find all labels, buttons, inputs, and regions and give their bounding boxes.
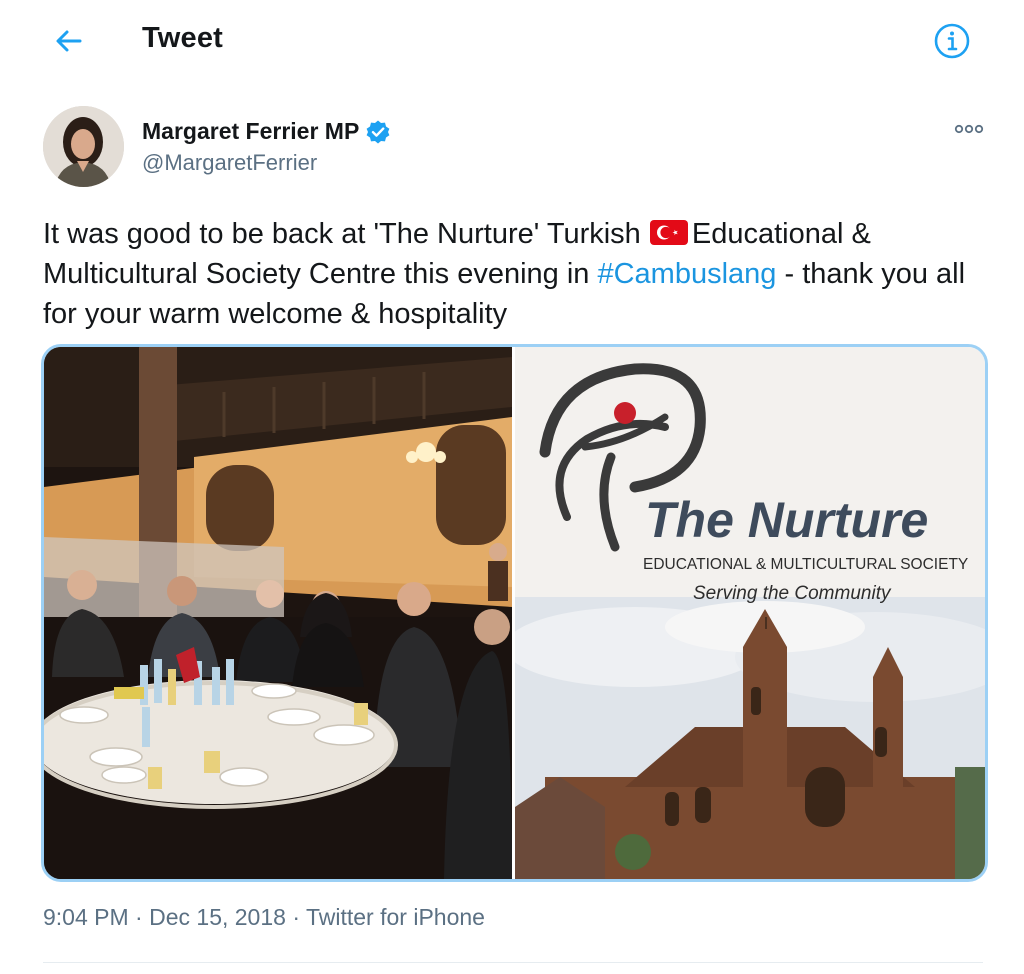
hashtag-link[interactable]: #Cambuslang: [597, 258, 776, 290]
tweet-text-part-1: It was good to be back at 'The Nurture' …: [43, 218, 649, 250]
banner-title: The Nurture: [645, 492, 928, 548]
info-button[interactable]: [932, 21, 972, 61]
banner-subtitle: EDUCATIONAL & MULTICULTURAL SOCIETY: [643, 556, 968, 573]
author-handle[interactable]: @MargaretFerrier: [142, 150, 317, 176]
meta-separator-2: ·: [292, 904, 300, 930]
avatar-portrait: [43, 106, 124, 187]
verified-badge-icon: [366, 120, 390, 143]
turkey-flag-icon: [649, 220, 688, 245]
tweet-meta: 9:04 PM · Dec 15, 2018 · Twitter for iPh…: [43, 904, 485, 931]
tweet-source[interactable]: Twitter for iPhone: [306, 904, 485, 930]
avatar[interactable]: [43, 106, 124, 187]
author-display-name[interactable]: Margaret Ferrier MP: [142, 118, 391, 145]
meta-separator-1: ·: [135, 904, 143, 930]
tweet-text: It was good to be back at 'The Nurture' …: [43, 214, 983, 334]
author-name-text: Margaret Ferrier MP: [142, 118, 360, 144]
dinner-photo-image: [44, 347, 512, 879]
media-photo-banner[interactable]: The Nurture EDUCATIONAL & MULTICULTURAL …: [515, 347, 985, 879]
more-options-icon: [954, 124, 984, 134]
tweet-time[interactable]: 9:04 PM: [43, 904, 129, 930]
top-bar: Tweet: [0, 0, 1024, 80]
info-circle-icon: [934, 23, 970, 59]
tweet-date[interactable]: Dec 15, 2018: [149, 904, 286, 930]
more-options-button[interactable]: [952, 117, 986, 141]
divider: [43, 962, 983, 963]
arrow-left-icon: [56, 30, 82, 52]
back-button[interactable]: [50, 22, 88, 60]
media-photo-dinner[interactable]: [44, 347, 512, 879]
tweet-media: The Nurture EDUCATIONAL & MULTICULTURAL …: [41, 344, 988, 882]
page-title: Tweet: [142, 22, 224, 54]
banner-tagline: Serving the Community: [693, 583, 892, 604]
nurture-banner-image: The Nurture EDUCATIONAL & MULTICULTURAL …: [515, 347, 985, 879]
